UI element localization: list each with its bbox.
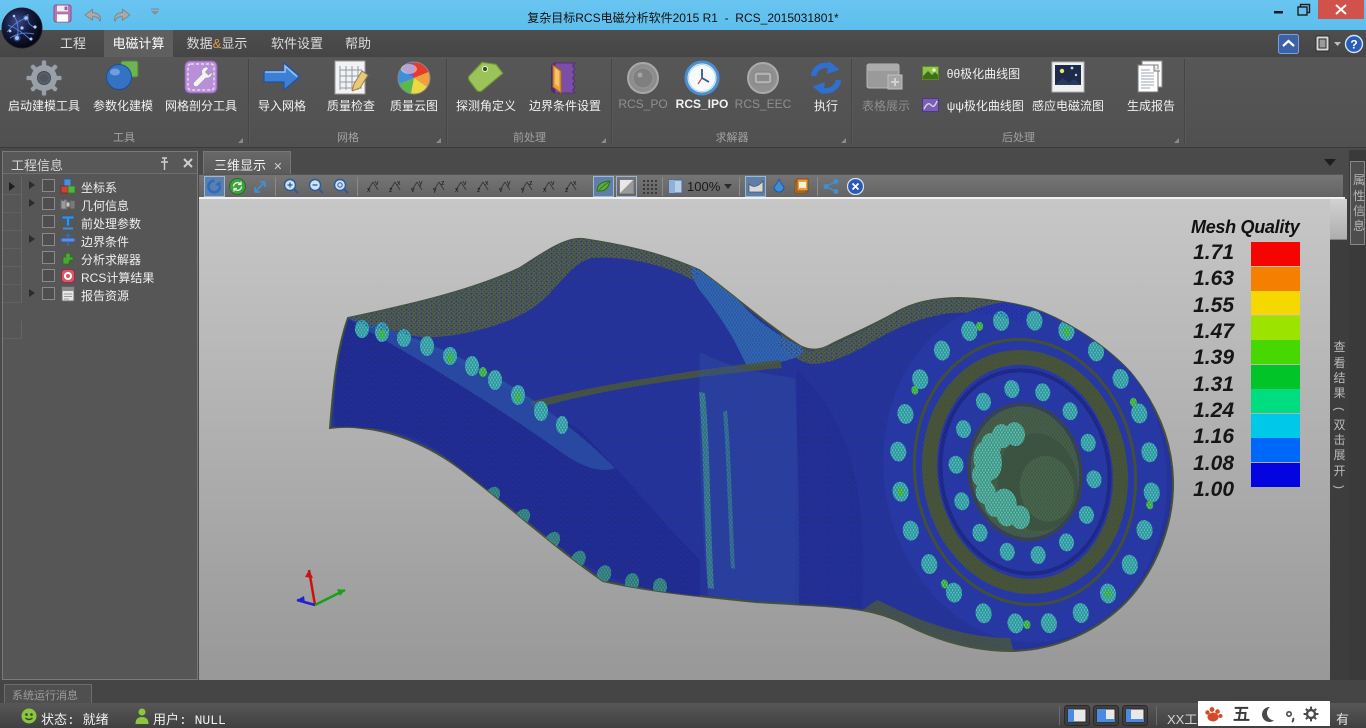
svg-text:开: 开 [1333, 464, 1345, 478]
svg-text:z: z [565, 187, 569, 193]
svg-text:y: y [419, 180, 423, 187]
svg-text:v: v [551, 180, 555, 187]
svg-text:x: x [367, 187, 371, 193]
svg-text:双: 双 [1333, 418, 1345, 432]
svg-text:): ) [1333, 485, 1347, 489]
svg-text:查: 查 [1333, 340, 1345, 354]
svg-text:y: y [521, 187, 525, 193]
svg-text:x: x [485, 180, 489, 187]
svg-text:?: ? [1350, 38, 1357, 52]
svg-text:(: ( [1333, 407, 1347, 411]
svg-text:结: 结 [1333, 371, 1345, 385]
svg-text:v: v [411, 187, 415, 193]
svg-text:性: 性 [1353, 189, 1365, 203]
svg-text:z: z [441, 180, 445, 187]
svg-text:v: v [499, 187, 503, 193]
svg-text:x: x [397, 180, 401, 187]
svg-text:x: x [543, 187, 547, 193]
svg-text:x: x [455, 187, 459, 193]
svg-text:息: 息 [1353, 218, 1365, 233]
svg-text:z: z [529, 180, 533, 187]
svg-text:y: y [507, 180, 511, 187]
svg-text:z: z [389, 187, 393, 193]
svg-text:x: x [573, 180, 577, 187]
svg-text:y: y [433, 187, 437, 193]
svg-text:信: 信 [1353, 204, 1365, 218]
svg-text:五: 五 [1233, 705, 1250, 724]
svg-text:属: 属 [1353, 173, 1365, 187]
svg-text:果: 果 [1333, 386, 1345, 400]
svg-text:展: 展 [1333, 448, 1345, 462]
svg-text:z: z [477, 187, 481, 193]
svg-text:v: v [375, 180, 379, 187]
svg-text:看: 看 [1333, 356, 1345, 370]
svg-text:v: v [463, 180, 467, 187]
svg-text:击: 击 [1333, 433, 1345, 447]
